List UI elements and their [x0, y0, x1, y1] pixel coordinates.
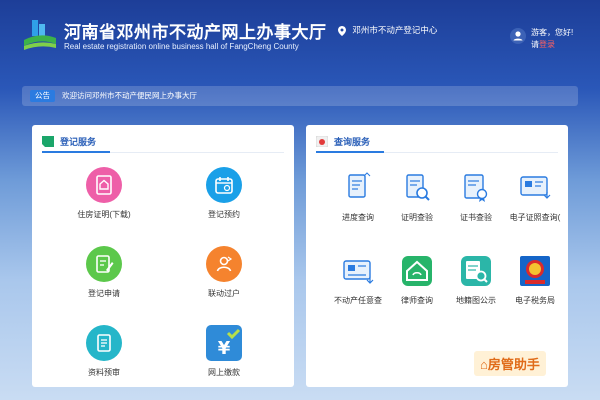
- tax-bureau-icon: [517, 253, 553, 289]
- register-panel-title: 登记服务: [60, 137, 97, 147]
- query-label: 电子证照查询(: [509, 213, 561, 222]
- property-query-icon: [340, 253, 376, 289]
- progress-doc-icon: [340, 170, 376, 206]
- notice-badge: 公告: [30, 90, 55, 102]
- yuan-payment-icon: ¥: [206, 325, 242, 361]
- query-e-license[interactable]: 电子证照查询(: [490, 170, 580, 223]
- service-label: 网上缴款: [208, 368, 240, 377]
- watermark-text: 房管助手: [487, 357, 540, 372]
- login-link[interactable]: 登录: [539, 40, 555, 49]
- watermark-house-icon: ⌂: [480, 357, 488, 372]
- register-service-panel: 登记服务 住房证明(下载) 登记预约 登记申请 联动过户 资料预审 ¥ 网上缴款: [32, 125, 294, 387]
- notice-text[interactable]: 欢迎访问邓州市不动产便民网上办事大厅: [62, 90, 197, 102]
- location-text: 邓州市不动产登记中心: [352, 25, 438, 35]
- login-prefix: 请: [531, 40, 539, 49]
- transfer-person-icon: [206, 246, 242, 282]
- service-label: 联动过户: [208, 289, 240, 298]
- service-appointment[interactable]: 登记预约: [179, 167, 269, 220]
- query-service-panel: 查询服务 进度查询 证明查验 证书查验 电子证照查询(不动产任意查 律师查询 …: [306, 125, 568, 387]
- e-license-icon: [517, 170, 553, 206]
- house-certificate-icon: [86, 167, 122, 203]
- location-info: 邓州市不动产登记中心: [338, 24, 437, 36]
- active-underline: [42, 151, 110, 153]
- header: 河南省邓州市不动产网上办事大厅 Real estate registration…: [0, 0, 600, 75]
- service-label: 资料预审: [88, 368, 120, 377]
- greeting-text: 游客，您好!: [531, 28, 574, 37]
- login-line: 请登录: [531, 39, 555, 50]
- service-material-review[interactable]: 资料预审: [59, 325, 149, 378]
- service-label: 登记预约: [208, 210, 240, 219]
- service-label: 登记申请: [88, 289, 120, 298]
- query-badge-icon: [316, 136, 328, 147]
- location-pin-icon: [338, 25, 346, 36]
- watermark-logo: ⌂房管助手: [474, 351, 546, 376]
- cadastral-map-icon: [458, 253, 494, 289]
- edit-form-icon: [86, 246, 122, 282]
- service-label: 住房证明(下载): [77, 210, 131, 219]
- active-underline: [316, 151, 384, 153]
- lawyer-house-icon: [399, 253, 435, 289]
- service-online-payment[interactable]: ¥ 网上缴款: [179, 325, 269, 378]
- calendar-appointment-icon: [206, 167, 242, 203]
- document-review-icon: [86, 325, 122, 361]
- building-logo-icon: [24, 20, 56, 50]
- site-title-english: Real estate registration online business…: [64, 42, 299, 51]
- site-title: 河南省邓州市不动产网上办事大厅: [64, 23, 327, 42]
- query-tax-bureau[interactable]: 电子税务局: [490, 253, 580, 306]
- query-panel-title: 查询服务: [334, 137, 371, 147]
- user-avatar-icon[interactable]: [510, 28, 526, 44]
- certificate-verify-icon: [399, 170, 435, 206]
- svg-text:¥: ¥: [218, 338, 231, 359]
- query-label: 电子税务局: [515, 296, 555, 305]
- flag-icon: [42, 136, 54, 147]
- service-linked-transfer[interactable]: 联动过户: [179, 246, 269, 299]
- service-registration-apply[interactable]: 登记申请: [59, 246, 149, 299]
- certificate-seal-icon: [458, 170, 494, 206]
- service-housing-certificate[interactable]: 住房证明(下载): [59, 167, 149, 220]
